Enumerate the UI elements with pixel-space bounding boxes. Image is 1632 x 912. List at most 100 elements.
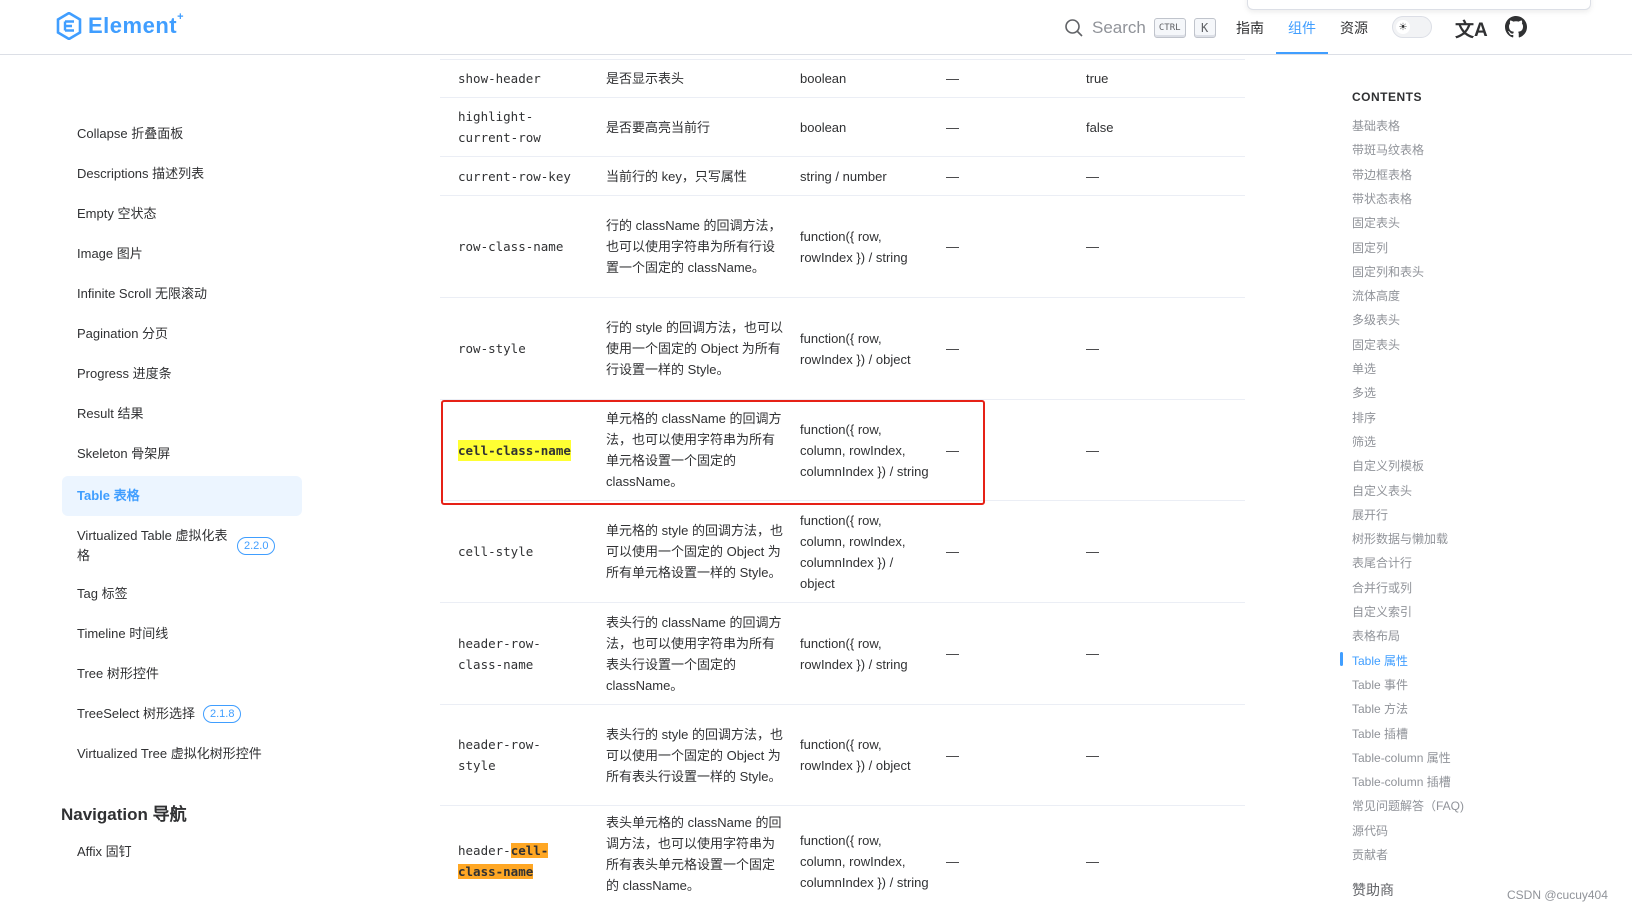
attr-type: function({ row, rowIndex }) / object [800, 330, 911, 367]
sidebar-item-label: TreeSelect 树形选择 [77, 706, 195, 721]
toc-item[interactable]: 表尾合计行 [1352, 554, 1412, 571]
attr-accepted: — [946, 544, 959, 559]
attr-type: string / number [800, 168, 887, 184]
toc-item[interactable]: Table-column 属性 [1352, 749, 1451, 766]
sidebar-item-progress[interactable]: Progress 进度条 [62, 364, 302, 384]
toc-item[interactable]: 表格布局 [1352, 627, 1400, 644]
sidebar-item-result[interactable]: Result 结果 [62, 404, 302, 424]
attr-default: — [1086, 747, 1099, 763]
sidebar-item-virtualized-tree[interactable]: Virtualized Tree 虚拟化树形控件 [62, 744, 302, 764]
table-row: show-header 是否显示表头 boolean — true [440, 60, 1245, 98]
toc-sponsor[interactable]: 赞助商 [1352, 880, 1394, 900]
attr-type: function({ row, column, rowIndex, column… [800, 512, 906, 591]
sidebar-item-empty[interactable]: Empty 空状态 [62, 204, 302, 224]
sidebar-item-treeselect[interactable]: TreeSelect 树形选择 2.1.8 [62, 704, 302, 724]
attr-accepted: — [946, 71, 959, 86]
sidebar-item-infinite-scroll[interactable]: Infinite Scroll 无限滚动 [62, 284, 302, 304]
version-badge: 2.1.8 [203, 705, 242, 723]
toc-item[interactable]: Table-column 插槽 [1352, 773, 1451, 790]
element-logo[interactable]: Element+ [56, 11, 185, 40]
toc-item[interactable]: Table 插槽 [1352, 725, 1408, 742]
attr-name: show-header [458, 71, 541, 86]
theme-toggle[interactable]: ☀ [1392, 16, 1432, 38]
toc-item[interactable]: 固定列和表头 [1352, 263, 1424, 280]
kbd-k: K [1193, 18, 1216, 38]
attr-default: true [1086, 71, 1109, 86]
nav-guide[interactable]: 指南 [1236, 18, 1264, 38]
attr-accepted: — [946, 646, 959, 661]
table-row: current-row-key 当前行的 key，只写属性 string / n… [440, 157, 1245, 196]
nav-components[interactable]: 组件 [1288, 18, 1316, 38]
attr-name: cell-style [458, 544, 534, 559]
sun-icon: ☀ [1396, 20, 1410, 34]
sidebar-item-skeleton[interactable]: Skeleton 骨架屏 [62, 444, 302, 464]
toc-item[interactable]: 源代码 [1352, 822, 1388, 839]
attr-desc: 行的 style 的回调方法，也可以使用一个固定的 Object 为所有行设置一… [606, 320, 783, 377]
search-button[interactable]: Search CTRL K [1064, 14, 1216, 42]
attr-accepted: — [946, 119, 959, 135]
toc-item[interactable]: 自定义列模板 [1352, 457, 1424, 474]
sidebar-item-tag[interactable]: Tag 标签 [62, 584, 302, 604]
sidebar-item-collapse[interactable]: Collapse 折叠面板 [62, 124, 302, 144]
sidebar-item-pagination[interactable]: Pagination 分页 [62, 324, 302, 344]
sidebar-item-table[interactable]: Table 表格 [62, 476, 302, 516]
toc-item[interactable]: 排序 [1352, 409, 1376, 426]
toc-item[interactable]: 自定义索引 [1352, 603, 1412, 620]
sidebar-group-navigation: Navigation 导航 [61, 805, 187, 824]
toc-item[interactable]: Table 方法 [1352, 700, 1408, 717]
attr-type: function({ row, rowIndex }) / object [800, 737, 911, 773]
attr-default: false [1086, 119, 1114, 135]
toc-item[interactable]: 合并行或列 [1352, 579, 1412, 596]
attr-default: — [1086, 341, 1099, 356]
attr-name: row-class-name [458, 239, 564, 254]
toc-title: CONTENTS [1352, 90, 1422, 104]
toc-item[interactable]: 单选 [1352, 360, 1376, 377]
logo-text: Element+ [88, 11, 185, 38]
toc-item[interactable]: 树形数据与懒加载 [1352, 530, 1448, 547]
toc-item[interactable]: 常见问题解答（FAQ) [1352, 797, 1464, 814]
toc-item[interactable]: 固定表头 [1352, 214, 1400, 231]
attr-default: — [1086, 853, 1099, 869]
table-attributes-table: show-header 是否显示表头 boolean — true highli… [440, 56, 1245, 912]
attr-desc: 表头行的 style 的回调方法，也可以使用一个固定的 Object 为所有表头… [606, 726, 783, 784]
attr-accepted: — [946, 442, 959, 458]
toc-item[interactable]: 多级表头 [1352, 311, 1400, 328]
toc-item[interactable]: 带边框表格 [1352, 166, 1412, 183]
sidebar-item-affix[interactable]: Affix 固钉 [62, 842, 302, 862]
toc-item[interactable]: 带状态表格 [1352, 190, 1412, 207]
table-row: header-row-class-name 表头行的 className 的回调… [440, 603, 1245, 705]
github-icon[interactable] [1505, 16, 1527, 38]
nav-resources[interactable]: 资源 [1340, 18, 1368, 38]
attr-desc: 行的 className 的回调方法，也可以使用字符串为所有行设置一个固定的 c… [606, 218, 782, 275]
attr-accepted: — [946, 341, 959, 356]
toc-item[interactable]: 带斑马纹表格 [1352, 141, 1424, 158]
toc-item[interactable]: 多选 [1352, 384, 1376, 401]
toc-item[interactable]: Table 事件 [1352, 676, 1408, 693]
toc-item[interactable]: 自定义表头 [1352, 482, 1412, 499]
toc-item[interactable]: 固定表头 [1352, 336, 1400, 353]
table-row: cell-class-name 单元格的 className 的回调方法，也可以… [440, 400, 1245, 501]
sidebar-item-timeline[interactable]: Timeline 时间线 [62, 624, 302, 644]
sidebar-item-descriptions[interactable]: Descriptions 描述列表 [62, 164, 302, 184]
attr-default: — [1086, 168, 1099, 184]
toc-item[interactable]: Table 属性 [1352, 652, 1408, 669]
sidebar-item-image[interactable]: Image 图片 [62, 244, 302, 264]
translate-icon[interactable]: 文A [1455, 15, 1488, 42]
table-row: header-cell-class-name 表头单元格的 className … [440, 806, 1245, 912]
sidebar-item-tree[interactable]: Tree 树形控件 [62, 664, 302, 684]
toc-item[interactable]: 展开行 [1352, 506, 1388, 523]
toc-item[interactable]: 筛选 [1352, 433, 1376, 450]
attr-accepted: — [946, 747, 959, 763]
toc-item[interactable]: 贡献者 [1352, 846, 1388, 863]
attr-type: function({ row, rowIndex }) / string [800, 635, 908, 672]
toc-item[interactable]: 基础表格 [1352, 117, 1400, 134]
attr-desc: 单元格的 className 的回调方法，也可以使用字符串为所有单元格设置一个固… [606, 411, 782, 489]
toc-item[interactable]: 固定列 [1352, 239, 1388, 256]
toc-item[interactable]: 流体高度 [1352, 287, 1400, 304]
sidebar-item-virtualized-table[interactable]: Virtualized Table 虚拟化表格 2.2.0 [62, 526, 302, 566]
attr-name: header-row-style [458, 737, 541, 773]
attr-accepted: — [946, 853, 959, 869]
kbd-ctrl: CTRL [1153, 18, 1186, 38]
attr-type: boolean [800, 71, 847, 86]
toc-active-marker [1340, 651, 1343, 666]
